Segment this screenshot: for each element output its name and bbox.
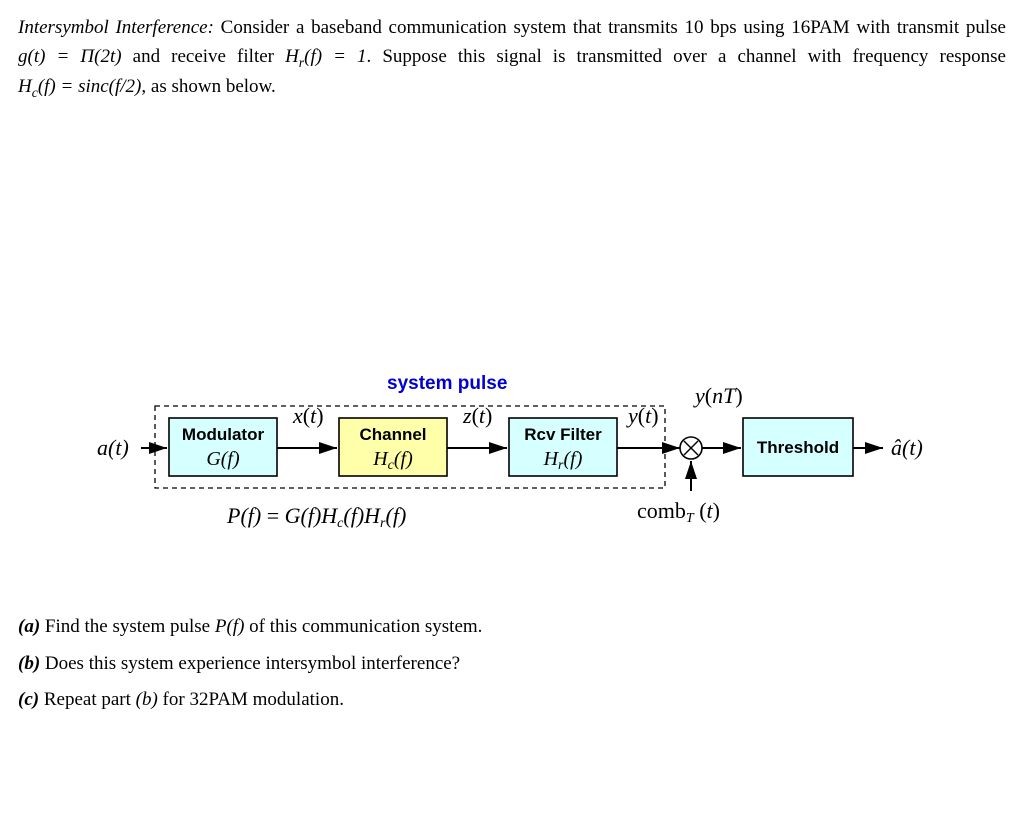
eq-g: g(t) = Π(2t) <box>18 46 122 67</box>
question-b-label: (b) <box>18 653 40 674</box>
question-c-label: (c) <box>18 689 39 710</box>
problem-intro: Intersymbol Interference: Consider a bas… <box>18 14 1006 103</box>
sample-label: y(nT) <box>693 383 743 408</box>
eq-hr: Hr(f) = 1 <box>285 46 366 67</box>
intro-part2: and receive filter <box>122 46 286 67</box>
block-diagram: system pulse a(t) Modulator G(f) x(t) Ch… <box>18 363 1006 573</box>
sig-x: x(t) <box>292 403 324 428</box>
questions-block: (a) Find the system pulse P(f) of this c… <box>18 613 1006 715</box>
intro-part4: , as shown below. <box>141 76 275 97</box>
intro-part1: Consider a baseband communication system… <box>214 17 1006 38</box>
input-label: a(t) <box>97 435 129 460</box>
sig-y: y(t) <box>626 403 659 428</box>
question-a: (a) Find the system pulse P(f) of this c… <box>18 613 1006 642</box>
question-b-text: Does this system experience intersymbol … <box>45 653 460 674</box>
question-c-text-1: Repeat part <box>44 689 136 710</box>
modulator-top: Modulator <box>182 425 265 444</box>
eq-hc: Hc(f) = sinc(f/2) <box>18 76 141 97</box>
question-a-label: (a) <box>18 616 40 637</box>
rcv-top: Rcv Filter <box>524 425 602 444</box>
sig-z: z(t) <box>462 403 492 428</box>
pf-equation: P(f) = G(f)Hc(f)Hr(f) <box>226 503 406 531</box>
problem-title: Intersymbol Interference: <box>18 17 214 38</box>
rcv-bottom: Hr(f) <box>543 448 583 473</box>
intro-part3: . Suppose this signal is transmitted ove… <box>367 46 1006 67</box>
comb-label: combT (t) <box>637 498 720 526</box>
system-pulse-label: system pulse <box>387 373 507 394</box>
channel-top: Channel <box>359 425 426 444</box>
diagram-svg: system pulse a(t) Modulator G(f) x(t) Ch… <box>77 363 947 573</box>
output-label: â(t) <box>891 435 923 460</box>
modulator-bottom: G(f) <box>206 448 240 470</box>
question-c-text-2: for 32PAM modulation. <box>158 689 344 710</box>
question-c-ref: (b) <box>136 689 158 710</box>
question-c: (c) Repeat part (b) for 32PAM modulation… <box>18 686 1006 715</box>
question-b: (b) Does this system experience intersym… <box>18 650 1006 679</box>
threshold-label: Threshold <box>757 438 839 457</box>
